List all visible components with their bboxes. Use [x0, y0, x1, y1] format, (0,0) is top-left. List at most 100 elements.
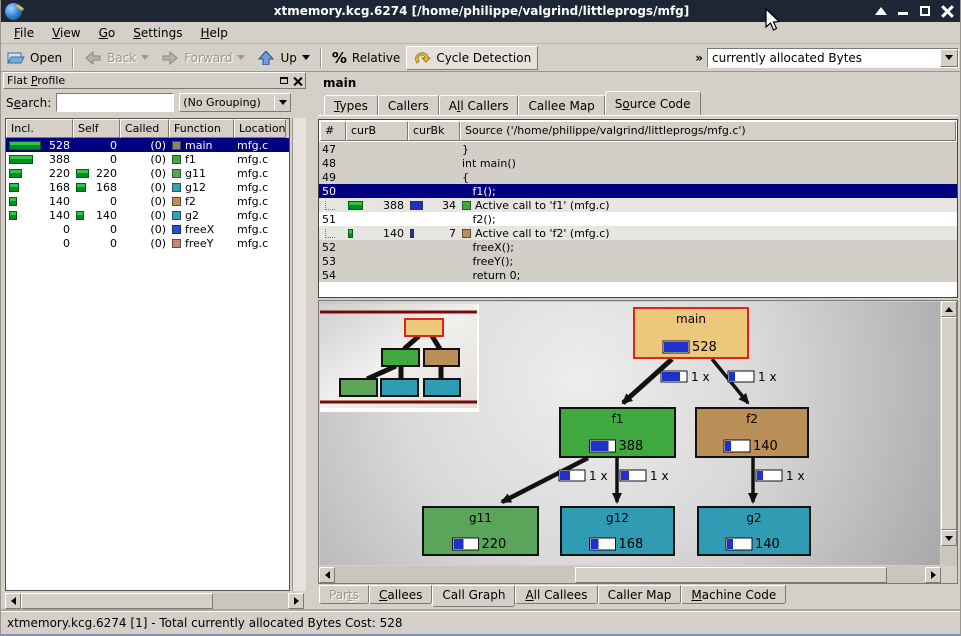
tab-all-callees[interactable]: All Callees — [515, 585, 597, 604]
source-line-50[interactable]: 50 f1(); — [319, 184, 957, 198]
column-header-called[interactable]: Called — [120, 119, 169, 138]
source-column-header[interactable]: # — [320, 121, 346, 141]
graph-vscrollbar[interactable] — [941, 301, 957, 566]
call-graph-panel: 1 x 1 x 1 x 1 x 1 x main 528 f1 388 f2 1… — [318, 300, 958, 584]
open-button[interactable]: Open — [1, 46, 68, 70]
forward-button[interactable]: Forward — [155, 46, 251, 70]
tab-call-graph[interactable]: Call Graph — [432, 585, 515, 607]
forward-dropdown-icon[interactable] — [237, 55, 245, 60]
scroll-left-icon[interactable] — [319, 567, 335, 583]
svg-text:220: 220 — [482, 537, 507, 552]
flat-profile-dock: Flat Profile Search: (No Grouping) Incl.… — [3, 72, 306, 611]
status-text: xtmemory.kcg.6274 [1] - Total currently … — [7, 616, 402, 630]
tab-types[interactable]: Types — [324, 95, 378, 115]
function-row-freeX[interactable]: 0 0 (0) freeX mfg.c — [6, 222, 289, 236]
tree-branch-icon — [325, 201, 335, 210]
column-header-self[interactable]: Self — [73, 119, 120, 138]
column-header-function[interactable]: Function — [169, 119, 234, 138]
menu-file[interactable]: File — [5, 24, 43, 42]
menu-settings[interactable]: Settings — [124, 24, 191, 42]
flat-profile-vscrollbar[interactable] — [292, 118, 306, 591]
function-color-swatch — [172, 225, 181, 234]
grouping-combobox[interactable]: (No Grouping) — [179, 93, 291, 112]
relative-toggle-button[interactable]: % Relative — [326, 46, 406, 70]
source-call-row[interactable]: 140 7 Active call to 'f2' (mfg.c) — [319, 226, 957, 240]
graph-overview-minimap[interactable] — [320, 304, 479, 412]
source-line-54[interactable]: 54 return 0; — [319, 268, 957, 282]
edge-cost-label: 1 x — [756, 469, 805, 483]
function-row-g12[interactable]: 168 168 (0) g12 mfg.c — [6, 180, 289, 194]
flat-profile-hscrollbar[interactable] — [5, 593, 304, 609]
event-type-combobox[interactable]: currently allocated Bytes — [707, 48, 959, 68]
minimize-button[interactable] — [896, 4, 910, 18]
function-row-f2[interactable]: 140 0 (0) f2 mfg.c — [6, 194, 289, 208]
dock-float-icon[interactable] — [280, 77, 288, 84]
close-button[interactable] — [940, 4, 954, 18]
scroll-right-icon[interactable] — [288, 593, 304, 609]
svg-text:1 x: 1 x — [650, 469, 669, 483]
source-line-51[interactable]: 51 f2(); — [319, 212, 957, 226]
column-header-location[interactable]: Location — [234, 119, 286, 138]
back-arrow-icon — [84, 51, 102, 65]
tab-all-callers[interactable]: All Callers — [439, 95, 519, 115]
source-line-47[interactable]: 47 } — [319, 142, 957, 156]
source-line-53[interactable]: 53 freeY(); — [319, 254, 957, 268]
function-color-swatch — [172, 141, 181, 150]
function-row-main[interactable]: 528 0 (0) main mfg.c — [6, 138, 289, 152]
source-code-table: #curBcurBkSource ('/home/philippe/valgri… — [318, 119, 958, 298]
scroll-right-icon[interactable] — [925, 567, 941, 583]
svg-text:1 x: 1 x — [758, 370, 777, 384]
scroll-thumb[interactable] — [21, 593, 213, 609]
tab-source-code[interactable]: Source Code — [605, 91, 701, 115]
scroll-left-icon[interactable] — [5, 593, 21, 609]
source-line-48[interactable]: 48 int main() — [319, 156, 957, 170]
back-button[interactable]: Back — [78, 46, 155, 70]
source-column-header[interactable]: curBk — [408, 121, 460, 141]
call-graph-view[interactable]: 1 x 1 x 1 x 1 x 1 x main 528 f1 388 f2 1… — [320, 302, 940, 565]
search-input[interactable] — [56, 93, 174, 112]
dock-close-icon[interactable] — [293, 76, 302, 85]
svg-text:1 x: 1 x — [589, 469, 608, 483]
function-row-g11[interactable]: 220 220 (0) g11 mfg.c — [6, 166, 289, 180]
tab-callee-map[interactable]: Callee Map — [518, 95, 604, 115]
tab-machine-code[interactable]: Machine Code — [681, 585, 786, 604]
source-call-row[interactable]: 388 34 Active call to 'f1' (mfg.c) — [319, 198, 957, 212]
dock-title-bar[interactable]: Flat Profile — [3, 72, 306, 89]
edge-cost-label: 1 x — [661, 370, 710, 384]
scroll-down-icon[interactable] — [941, 530, 957, 546]
detail-tab-bar: TypesCallersAll CallersCallee MapSource … — [318, 92, 958, 116]
tab-callers[interactable]: Callers — [378, 95, 439, 115]
svg-text:1 x: 1 x — [786, 469, 805, 483]
up-button[interactable]: Up — [251, 46, 315, 70]
grouping-dropdown-icon[interactable] — [274, 95, 290, 110]
function-row-freeY[interactable]: 0 0 (0) freeY mfg.c — [6, 236, 289, 250]
scroll-thumb[interactable] — [575, 567, 887, 583]
source-column-header[interactable]: Source ('/home/philippe/valgrind/littlep… — [460, 121, 956, 141]
maximize-button[interactable] — [918, 4, 932, 18]
back-dropdown-icon[interactable] — [141, 55, 149, 60]
scroll-up-icon[interactable] — [941, 301, 957, 317]
svg-text:main: main — [676, 312, 706, 326]
tab-caller-map[interactable]: Caller Map — [598, 585, 682, 604]
source-line-52[interactable]: 52 freeX(); — [319, 240, 957, 254]
scroll-thumb[interactable] — [941, 317, 957, 530]
source-line-49[interactable]: 49 { — [319, 170, 957, 184]
combo-dropdown-icon[interactable] — [940, 49, 958, 67]
toolbar-overflow-chevron[interactable]: » — [695, 51, 703, 65]
up-dropdown-icon[interactable] — [302, 55, 310, 60]
toolbar: Open Back Forward Up % Relativ — [1, 44, 961, 72]
column-header-incl[interactable]: Incl. — [6, 119, 73, 138]
tab-callees[interactable]: Callees — [369, 585, 432, 604]
function-row-g2[interactable]: 140 140 (0) g2 mfg.c — [6, 208, 289, 222]
menu-go[interactable]: Go — [90, 24, 125, 42]
source-column-header[interactable]: curB — [346, 121, 408, 141]
graph-hscrollbar[interactable] — [319, 566, 941, 583]
function-row-f1[interactable]: 388 0 (0) f1 mfg.c — [6, 152, 289, 166]
menu-help[interactable]: Help — [191, 24, 236, 42]
tab-parts[interactable]: Parts — [319, 585, 369, 604]
edge-cost-label: 1 x — [559, 469, 608, 483]
cycle-detection-button[interactable]: Cycle Detection — [406, 46, 538, 70]
window-title: xtmemory.kcg.6274 [/home/philippe/valgri… — [1, 4, 961, 18]
menu-view[interactable]: View — [43, 24, 89, 42]
shade-button[interactable] — [874, 4, 888, 18]
